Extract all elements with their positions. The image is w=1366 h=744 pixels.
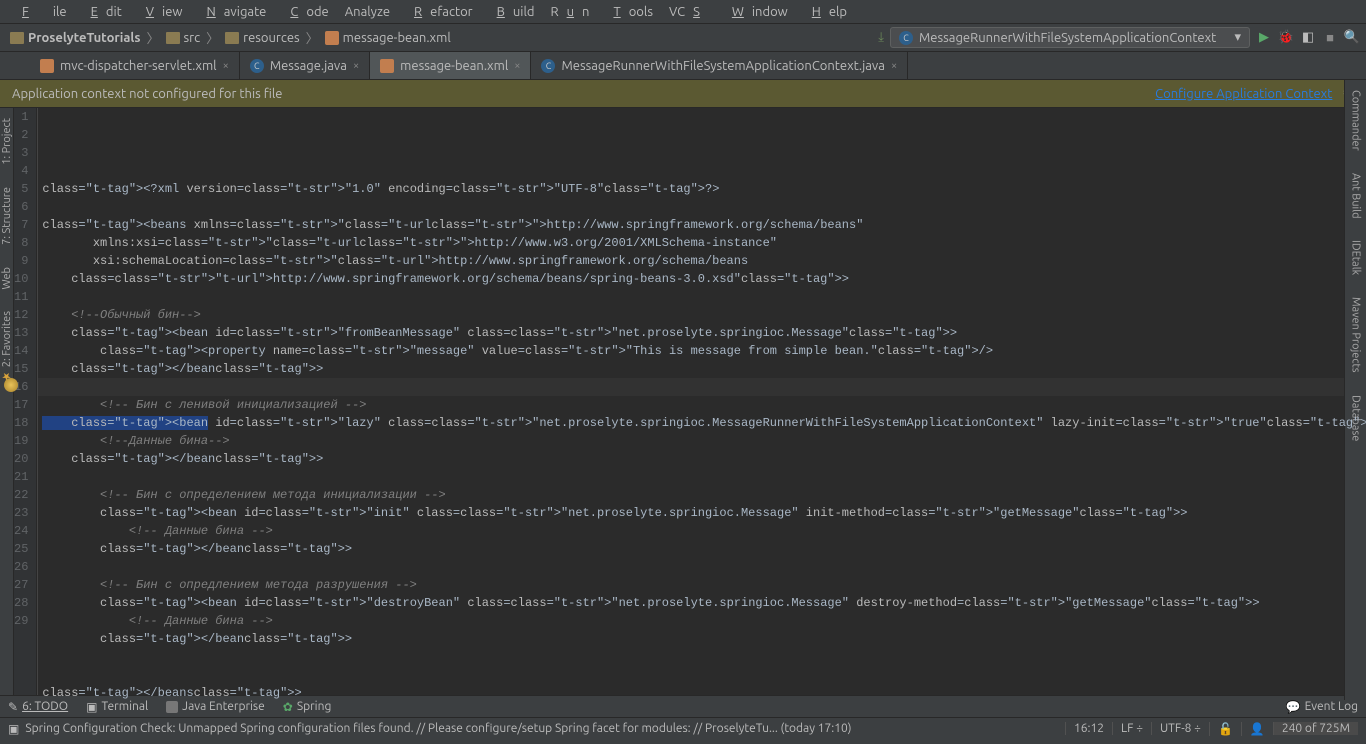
menu-tools[interactable]: Tools [597,3,661,21]
close-icon[interactable]: × [891,60,897,72]
close-icon[interactable]: × [514,60,520,72]
context-banner: Application context not configured for t… [0,80,1366,108]
configure-context-link[interactable]: Configure Application Context [1155,87,1332,101]
breadcrumb-src[interactable]: src [184,31,201,45]
editor-tabs: mvc-dispatcher-servlet.xml× CMessage.jav… [0,52,1366,80]
menu-code[interactable]: Code [274,3,336,21]
tab-message-java[interactable]: CMessage.java× [240,52,370,79]
menu-help[interactable]: Help [796,3,855,21]
menu-edit[interactable]: Edit [75,3,130,21]
menu-bar: File Edit View Navigate Code Analyze Ref… [0,0,1366,24]
tool-web[interactable]: Web [1,261,13,296]
run-config-select[interactable]: C MessageRunnerWithFileSystemApplication… [890,27,1250,48]
tab-message-bean[interactable]: message-bean.xml× [370,52,531,79]
line-gutter[interactable]: 1 2 3 4 5 6 7 8 9 10 11 12 13 14 15 16 1… [14,108,37,695]
editor-area: 1: Project 7: Structure Web ★ 2: Favorit… [0,108,1366,695]
banner-text: Application context not configured for t… [12,87,282,101]
close-icon[interactable]: × [353,60,359,72]
menu-refactor[interactable]: Refactor [398,3,481,21]
search-button[interactable]: 🔍 [1344,30,1360,46]
breadcrumb-resources[interactable]: resources [243,31,300,45]
menu-navigate[interactable]: Navigate [190,3,274,21]
folder-icon [225,32,239,44]
tool-project[interactable]: 1: Project [1,112,13,171]
java-class-icon: C [899,31,913,45]
make-icon[interactable]: ⤓ [878,30,884,45]
xml-file-icon [380,59,394,73]
menu-analyze[interactable]: Analyze [337,3,398,21]
menu-build[interactable]: Build [481,3,543,21]
run-config-label: MessageRunnerWithFileSystemApplicationCo… [919,31,1216,45]
menu-file[interactable]: File [6,3,75,21]
stop-button[interactable]: ■ [1322,30,1338,46]
xml-file-icon [325,31,339,45]
coverage-button[interactable]: ◧ [1300,30,1316,46]
tool-structure[interactable]: 7: Structure [1,181,13,251]
menu-run[interactable]: Run [542,3,597,21]
nav-bar: ProselyteTutorials 〉 src 〉 resources 〉 m… [0,24,1366,52]
menu-window[interactable]: Window [716,3,796,21]
run-button[interactable]: ▶ [1256,30,1272,46]
breadcrumb-file[interactable]: message-bean.xml [343,31,451,45]
java-class-icon: C [541,59,555,73]
debug-button[interactable]: 🐞 [1278,30,1294,46]
tool-windows-icon[interactable]: ▣ [8,722,19,736]
menu-vcs[interactable]: VCS [661,3,716,21]
left-tool-strip: 1: Project 7: Structure Web ★ 2: Favorit… [0,108,14,695]
tool-commander[interactable]: Commander [1350,84,1362,157]
tool-favorites[interactable]: ★ 2: Favorites [0,305,13,389]
folder-icon [166,32,180,44]
tab-mvc-dispatcher[interactable]: mvc-dispatcher-servlet.xml× [30,52,240,79]
menu-view[interactable]: View [130,3,191,21]
close-icon[interactable]: × [223,60,229,72]
project-icon [10,32,24,44]
code-editor[interactable]: class="t-tag"><?xml version=class="t-str… [38,108,1366,695]
breadcrumb-project[interactable]: ProselyteTutorials [28,31,141,45]
xml-file-icon [40,59,54,73]
tab-message-runner[interactable]: CMessageRunnerWithFileSystemApplicationC… [531,52,908,79]
java-class-icon: C [250,59,264,73]
